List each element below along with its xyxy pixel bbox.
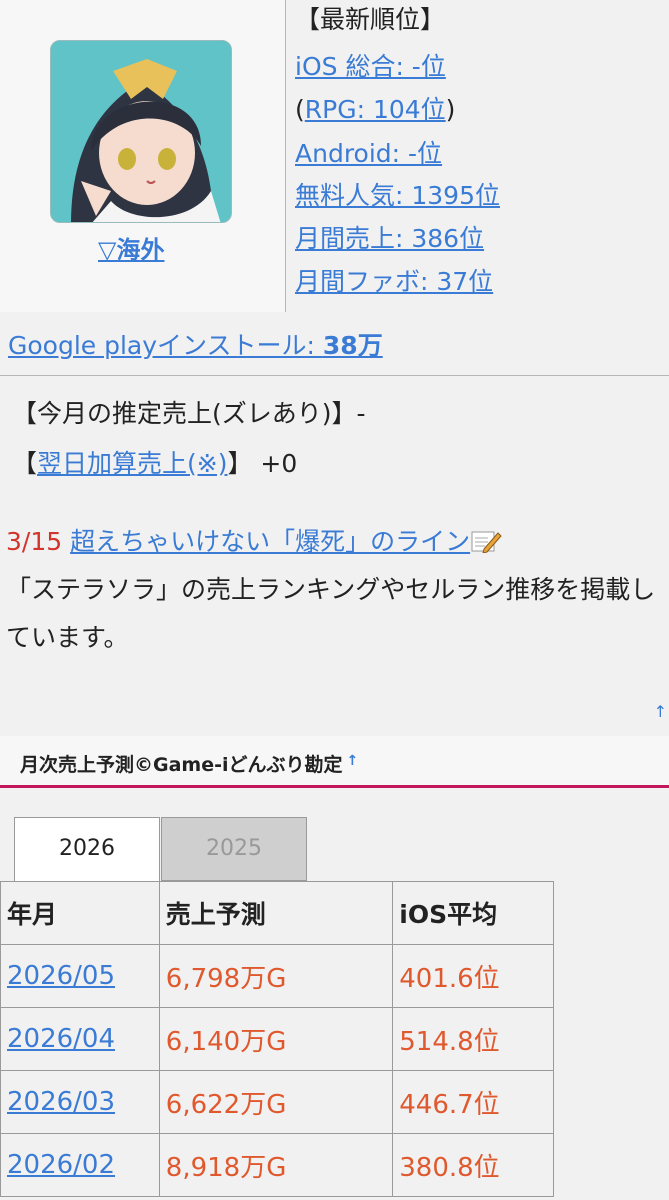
next-day-sales-link[interactable]: 翌日加算売上(※) xyxy=(37,449,227,478)
month-link[interactable]: 2026/04 xyxy=(7,1024,115,1054)
section-title: 月次売上予測©Game-iどんぶり勘定 ↑ xyxy=(20,750,358,777)
section-title-text: 月次売上予測©Game-iどんぶり勘定 xyxy=(20,754,343,776)
google-play-label: Google playインストール: xyxy=(8,331,323,360)
monthly-sales-table: 年月 売上予測 iOS平均 2026/05 6,798万G 401.6位 202… xyxy=(0,881,554,1197)
table-row: 2026/03 6,622万G 446.7位 xyxy=(0,1070,554,1134)
ios-avg-cell: 380.8位 xyxy=(392,1133,554,1197)
google-play-installs: Google playインストール: 38万 xyxy=(0,312,669,376)
overseas-link[interactable]: ▽海外 xyxy=(98,230,164,265)
month-link[interactable]: 2026/05 xyxy=(7,961,115,991)
free-rank-link[interactable]: 無料人気: 1395位 xyxy=(295,178,500,214)
rpg-close-paren: ) xyxy=(445,95,456,124)
next-day-sales-value: 】 +0 xyxy=(227,449,298,478)
google-play-value: 38万 xyxy=(322,331,383,360)
table-row: 2026/04 6,140万G 514.8位 xyxy=(0,1007,554,1071)
month-cell: 2026/05 xyxy=(0,944,160,1008)
ios-avg-cell: 401.6位 xyxy=(392,944,554,1008)
ios-avg-cell: 514.8位 xyxy=(392,1007,554,1071)
news-link[interactable]: 超えちゃいけない「爆死」のライン xyxy=(70,527,470,556)
month-cell: 2026/02 xyxy=(0,1133,160,1197)
header-ios-avg: iOS平均 xyxy=(392,881,554,945)
month-link[interactable]: 2026/02 xyxy=(7,1150,115,1180)
news-date: 3/15 xyxy=(6,527,63,556)
ios-avg-cell: 446.7位 xyxy=(392,1070,554,1134)
rpg-rank: (RPG: 104位) xyxy=(295,92,455,128)
rpg-open-paren: ( xyxy=(295,95,305,124)
sales-cell: 6,140万G xyxy=(158,1007,394,1071)
tab-2025[interactable]: 2025 xyxy=(161,817,307,881)
table-row: 2026/02 8,918万G 380.8位 xyxy=(0,1133,554,1197)
ios-total-rank-link[interactable]: iOS 総合: -位 xyxy=(295,49,446,85)
memo-pencil-icon xyxy=(470,529,502,554)
month-cell: 2026/04 xyxy=(0,1007,160,1071)
sales-cell: 6,798万G xyxy=(158,944,394,1008)
monthly-fav-rank-link[interactable]: 月間ファボ: 37位 xyxy=(295,264,493,300)
monthly-sales-rank-link[interactable]: 月間売上: 386位 xyxy=(295,221,484,257)
next-day-sales: 【翌日加算売上(※)】 +0 xyxy=(12,444,297,480)
back-to-top-link[interactable]: ↑ xyxy=(654,702,667,721)
tab-2026[interactable]: 2026 xyxy=(14,817,160,881)
app-icon-avatar[interactable] xyxy=(50,40,232,223)
header-sales: 売上予測 xyxy=(158,881,394,945)
month-link[interactable]: 2026/03 xyxy=(7,1087,115,1117)
page-description: 「ステラソラ」の売上ランキングやセルラン推移を掲載しています。 xyxy=(6,575,656,652)
sales-cell: 6,622万G xyxy=(158,1070,394,1134)
next-day-open-bracket: 【 xyxy=(12,449,38,478)
section-header: 月次売上予測©Game-iどんぶり勘定 ↑ xyxy=(0,736,669,788)
sales-cell: 8,918万G xyxy=(158,1133,394,1197)
android-rank-link[interactable]: Android: -位 xyxy=(295,136,442,172)
table-header-row: 年月 売上予測 iOS平均 xyxy=(0,881,554,945)
table-row: 2026/05 6,798万G 401.6位 xyxy=(0,944,554,1008)
google-play-installs-link[interactable]: Google playインストール: 38万 xyxy=(8,331,383,360)
header-month: 年月 xyxy=(0,881,160,945)
news-item: 3/15 超えちゃいけない「爆死」のライン xyxy=(6,522,502,558)
monthly-estimated-sales: 【今月の推定売上(ズレあり)】- xyxy=(12,399,366,428)
ranking-title: 【最新順位】 xyxy=(295,5,446,34)
month-cell: 2026/03 xyxy=(0,1070,160,1134)
character-avatar-image xyxy=(51,41,231,222)
section-up-link[interactable]: ↑ xyxy=(347,753,359,769)
app-icon-cell: ▽海外 xyxy=(0,0,286,312)
rpg-rank-link[interactable]: RPG: 104位 xyxy=(305,95,446,124)
